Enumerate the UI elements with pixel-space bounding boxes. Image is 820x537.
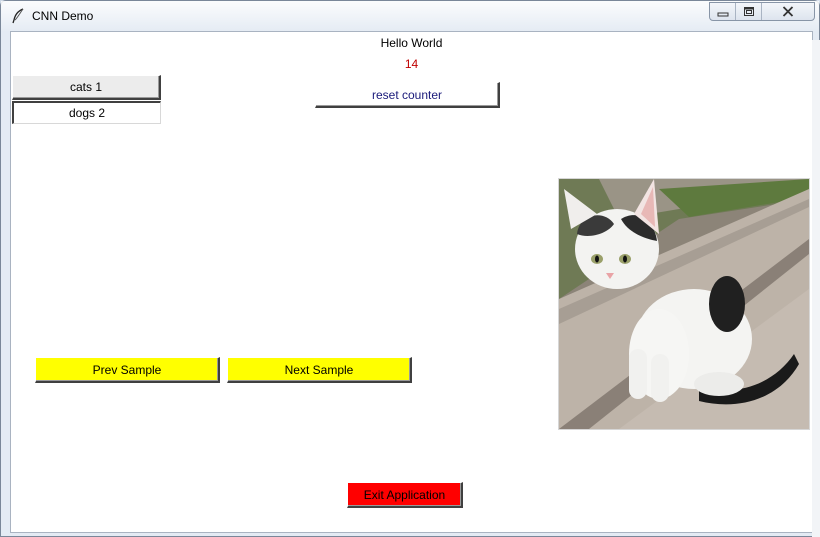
counter-value: 14 bbox=[404, 57, 419, 71]
prev-sample-button[interactable]: Prev Sample bbox=[35, 357, 220, 383]
maximize-button[interactable] bbox=[736, 3, 762, 20]
app-window: CNN Demo Hello World 14 cats 1 dogs 2 re… bbox=[0, 0, 820, 537]
next-sample-button[interactable]: Next Sample bbox=[227, 357, 412, 383]
kitten-photo bbox=[559, 179, 809, 429]
feather-icon bbox=[12, 8, 24, 24]
greeting-label: Hello World bbox=[380, 36, 443, 50]
sample-image bbox=[558, 178, 810, 430]
window-controls bbox=[709, 2, 815, 21]
minimize-icon bbox=[717, 12, 728, 16]
title-bar[interactable]: CNN Demo bbox=[1, 1, 819, 31]
reset-counter-button[interactable]: reset counter bbox=[315, 82, 500, 108]
app-content: Hello World 14 cats 1 dogs 2 reset count… bbox=[10, 31, 813, 533]
category-dogs-button[interactable]: dogs 2 bbox=[12, 101, 161, 124]
maximize-icon bbox=[743, 7, 754, 16]
minimize-button[interactable] bbox=[710, 3, 736, 20]
category-cats-button[interactable]: cats 1 bbox=[12, 75, 161, 100]
close-icon bbox=[782, 6, 794, 17]
close-button[interactable] bbox=[762, 3, 814, 20]
desktop-edge bbox=[812, 40, 820, 537]
exit-application-button[interactable]: Exit Application bbox=[347, 482, 463, 508]
window-title: CNN Demo bbox=[32, 9, 94, 23]
